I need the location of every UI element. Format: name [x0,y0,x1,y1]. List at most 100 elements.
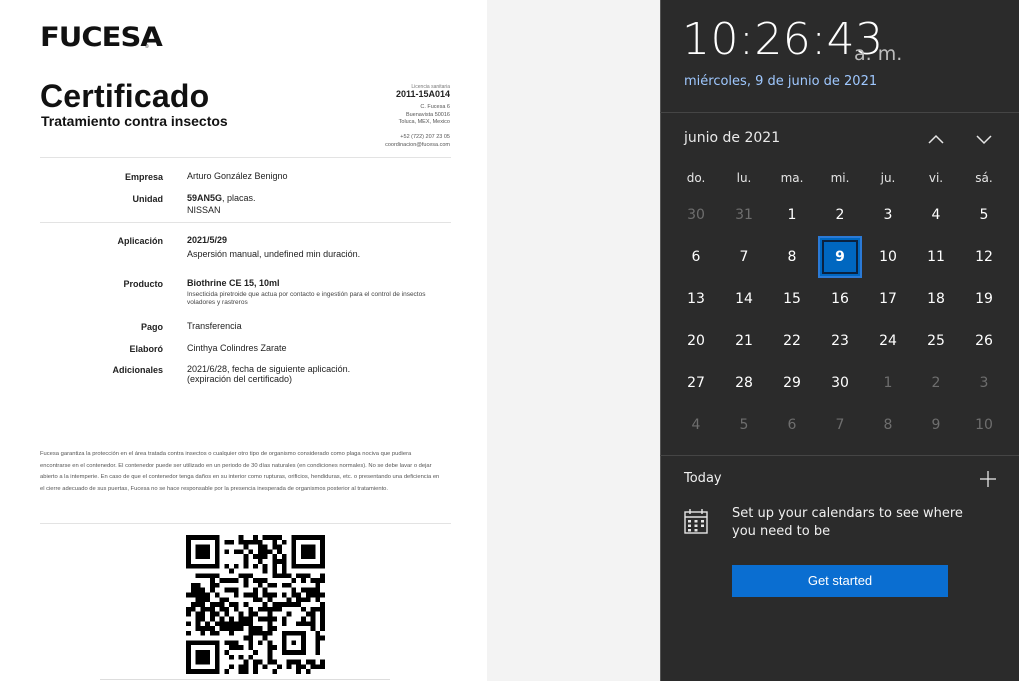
divider [660,455,1019,456]
calendar-day[interactable]: 9 [916,406,956,444]
calendar-day[interactable]: 7 [820,406,860,444]
calendar-day[interactable]: 2 [916,364,956,402]
document-title: Certificado [40,78,210,114]
desktop-background [487,0,660,681]
calendar-day[interactable]: 16 [820,280,860,318]
company-address: C. Fucesa 6 Buenavista 50016 Toluca, MEX… [385,104,450,150]
unidad-label: Unidad [132,194,164,204]
phone-number: +52 (722) 207 23 05 [400,134,450,141]
calendar-day[interactable]: 13 [676,280,716,318]
calendar-day[interactable]: 20 [676,322,716,360]
calendar-day[interactable]: 18 [916,280,956,318]
calendar-day[interactable]: 1 [772,196,812,234]
long-date-link[interactable]: miércoles, 9 de junio de 2021 [684,74,877,89]
divider [40,222,451,223]
calendar-day[interactable]: 12 [964,238,1004,276]
calendar-day[interactable]: 24 [868,322,908,360]
chevron-down-icon[interactable] [973,128,995,150]
page-edge [100,679,390,680]
plus-icon[interactable] [978,469,998,489]
aplicacion-label: Aplicación [117,236,163,246]
qr-code [186,535,325,674]
calendar-day[interactable]: 4 [916,196,956,234]
elaboro-label: Elaboró [129,344,163,354]
calendar-day-today[interactable]: 9 [820,238,860,276]
weekday-label: lu. [736,171,752,185]
address-line [385,127,450,135]
calendar-day[interactable]: 8 [772,238,812,276]
pago-label: Pago [140,322,163,332]
chevron-up-icon[interactable] [925,128,947,150]
email-address: coordinacion@fucesa.com [385,141,450,148]
document-subtitle: Tratamiento contra insectos [41,113,228,129]
calendar-day[interactable]: 8 [868,406,908,444]
registered-mark: ® [145,44,149,50]
aplicacion-method: Aspersión manual, undefined min duración… [187,249,361,259]
calendar-day[interactable]: 14 [724,280,764,318]
divider [40,523,451,524]
producto-description: Insecticida piretroide que actua por con… [187,291,426,306]
calendar-day[interactable]: 21 [724,322,764,360]
calendar-day[interactable]: 10 [964,406,1004,444]
calendar-day[interactable]: 22 [772,322,812,360]
weekday-label: sá. [975,171,993,185]
calendar-day[interactable]: 5 [964,196,1004,234]
calendar-day[interactable]: 19 [964,280,1004,318]
disclaimer-text: Fucesa garantiza la protección en el áre… [40,451,440,492]
unidad-brand: NISSAN [187,205,221,215]
month-year-title[interactable]: junio de 2021 [684,130,780,146]
producto-label: Producto [123,279,164,289]
agenda-today-label: Today [684,471,722,486]
calendar-day[interactable]: 5 [724,406,764,444]
calendar-day[interactable]: 25 [916,322,956,360]
calendar-day[interactable]: 3 [868,196,908,234]
license-number: 2011-15A014 [395,89,450,99]
producto-name: Biothrine CE 15, 10ml [187,278,280,289]
calendar-day[interactable]: 3 [964,364,1004,402]
calendar-day[interactable]: 1 [868,364,908,402]
calendar-day[interactable]: 17 [868,280,908,318]
weekday-label: mi. [830,171,850,185]
weekday-label: ju. [880,171,896,185]
empresa-label: Empresa [124,172,163,182]
adicionales-label: Adicionales [112,365,163,375]
calendar-setup-message: Set up your calendars to see where you n… [732,506,963,539]
weekday-label: ma. [780,171,804,185]
address-line: C. Fucesa 6 [420,104,450,110]
clock-ampm: a. m. [854,43,903,65]
calendar-day[interactable]: 11 [916,238,956,276]
weekday-label: do. [686,171,706,185]
flyout-border [660,0,661,681]
divider [40,157,451,158]
calendar-day[interactable]: 2 [820,196,860,234]
calendar-day[interactable]: 15 [772,280,812,318]
calendar-day[interactable]: 10 [868,238,908,276]
calendar-day[interactable]: 4 [676,406,716,444]
calendar-icon [684,509,708,534]
calendar-day[interactable]: 30 [676,196,716,234]
producto-name-text: Biothrine CE 15, 10ml [187,278,280,288]
get-started-button[interactable]: Get started [732,565,948,597]
clock-calendar-flyout: 10:26:43 a. m. miércoles, 9 de junio de … [660,0,1019,681]
calendar-day[interactable]: 23 [820,322,860,360]
aplicacion-date: 2021/5/29 [187,235,227,246]
pago-value: Transferencia [187,321,242,331]
calendar-day[interactable]: 27 [676,364,716,402]
calendar-day[interactable]: 30 [820,364,860,402]
calendar-day[interactable]: 6 [676,238,716,276]
address-line: Buenavista 50016 [405,111,450,118]
adicionales-note: (expiración del certificado) [187,374,293,384]
calendar-day[interactable]: 29 [772,364,812,402]
unidad-value: 59AN5G, placas. [187,193,256,204]
fucesa-logo: FUCESA [40,21,163,53]
calendar-day[interactable]: 7 [724,238,764,276]
calendar-day[interactable]: 6 [772,406,812,444]
elaboro-value: Cinthya Colindres Zarate [187,343,287,353]
aplicacion-date-text: 2021/5/29 [187,235,228,245]
calendar-day[interactable]: 28 [724,364,764,402]
calendar-day[interactable]: 31 [724,196,764,234]
unidad-plate: 59AN5G [187,193,223,203]
empresa-value: Arturo González Benigno [187,171,288,181]
calendar-day[interactable]: 26 [964,322,1004,360]
address-line: Toluca, MEX, Mexico [398,119,450,126]
